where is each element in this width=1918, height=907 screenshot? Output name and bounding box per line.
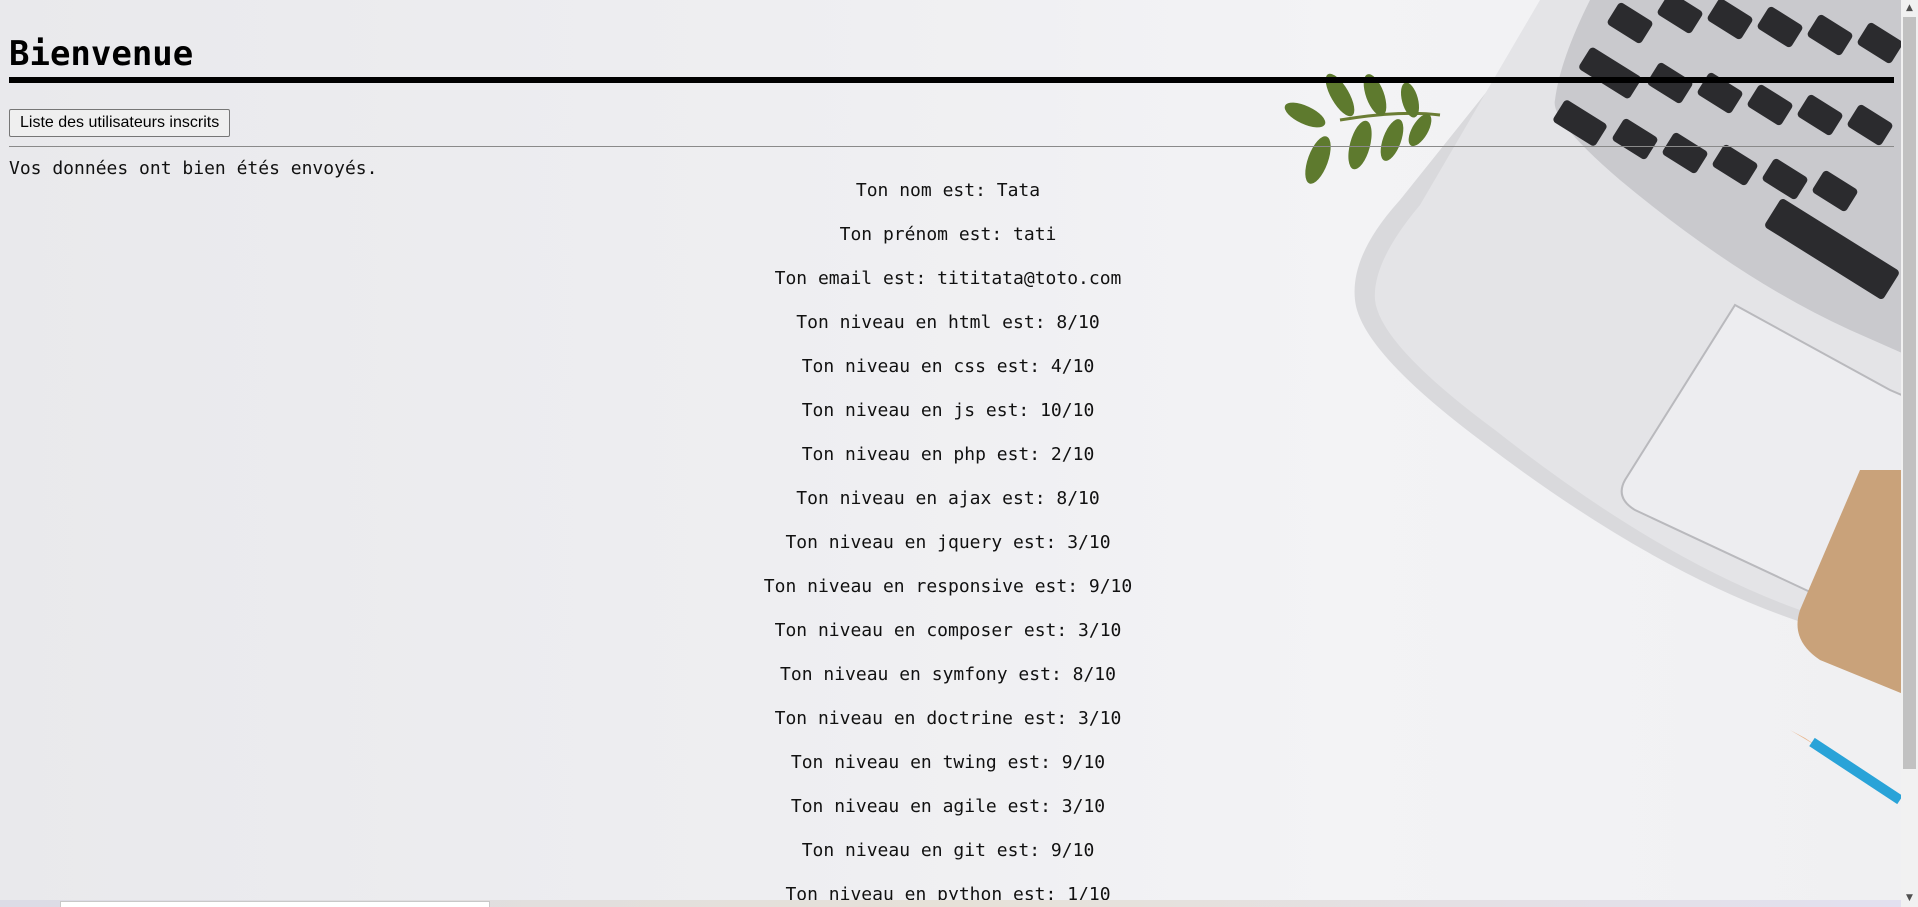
detail-line: Ton niveau en php est: 2/10: [801, 444, 1095, 465]
page-title: Bienvenue: [9, 34, 194, 74]
vertical-scrollbar[interactable]: ▲ ▼: [1901, 0, 1918, 907]
detail-line: Ton niveau en css est: 4/10: [801, 356, 1095, 377]
scroll-down-arrow-icon[interactable]: ▼: [1901, 890, 1918, 907]
detail-line: Ton niveau en symfony est: 8/10: [780, 664, 1116, 685]
scroll-up-arrow-icon[interactable]: ▲: [1901, 0, 1918, 17]
detail-line: Ton prénom est: tati: [839, 224, 1057, 245]
section-divider: [9, 146, 1894, 147]
detail-line: Ton niveau en twing est: 9/10: [790, 752, 1106, 773]
detail-line: Ton niveau en responsive est: 9/10: [763, 576, 1133, 597]
detail-line: Ton email est: tititata@toto.com: [774, 268, 1122, 289]
user-details-list: Ton nom est: Tata Ton prénom est: tati T…: [0, 180, 1896, 907]
confirmation-message: Vos données ont bien étés envoyés.: [9, 158, 378, 179]
bottom-panel-tab: [60, 901, 490, 907]
detail-line: Ton niveau en composer est: 3/10: [774, 620, 1122, 641]
detail-line: Ton niveau en jquery est: 3/10: [785, 532, 1111, 553]
detail-line: Ton nom est: Tata: [855, 180, 1041, 201]
user-list-button[interactable]: Liste des utilisateurs inscrits: [9, 109, 231, 137]
detail-line: Ton niveau en html est: 8/10: [796, 312, 1100, 333]
detail-line: Ton niveau en ajax est: 8/10: [796, 488, 1100, 509]
detail-line: Ton niveau en doctrine est: 3/10: [774, 708, 1122, 729]
page-content: Bienvenue Liste des utilisateurs inscrit…: [0, 0, 1900, 907]
detail-line: Ton niveau en git est: 9/10: [801, 840, 1095, 861]
title-divider: [9, 77, 1894, 83]
detail-line: Ton niveau en js est: 10/10: [801, 400, 1095, 421]
scrollbar-thumb[interactable]: [1903, 17, 1916, 769]
detail-line: Ton niveau en agile est: 3/10: [790, 796, 1106, 817]
